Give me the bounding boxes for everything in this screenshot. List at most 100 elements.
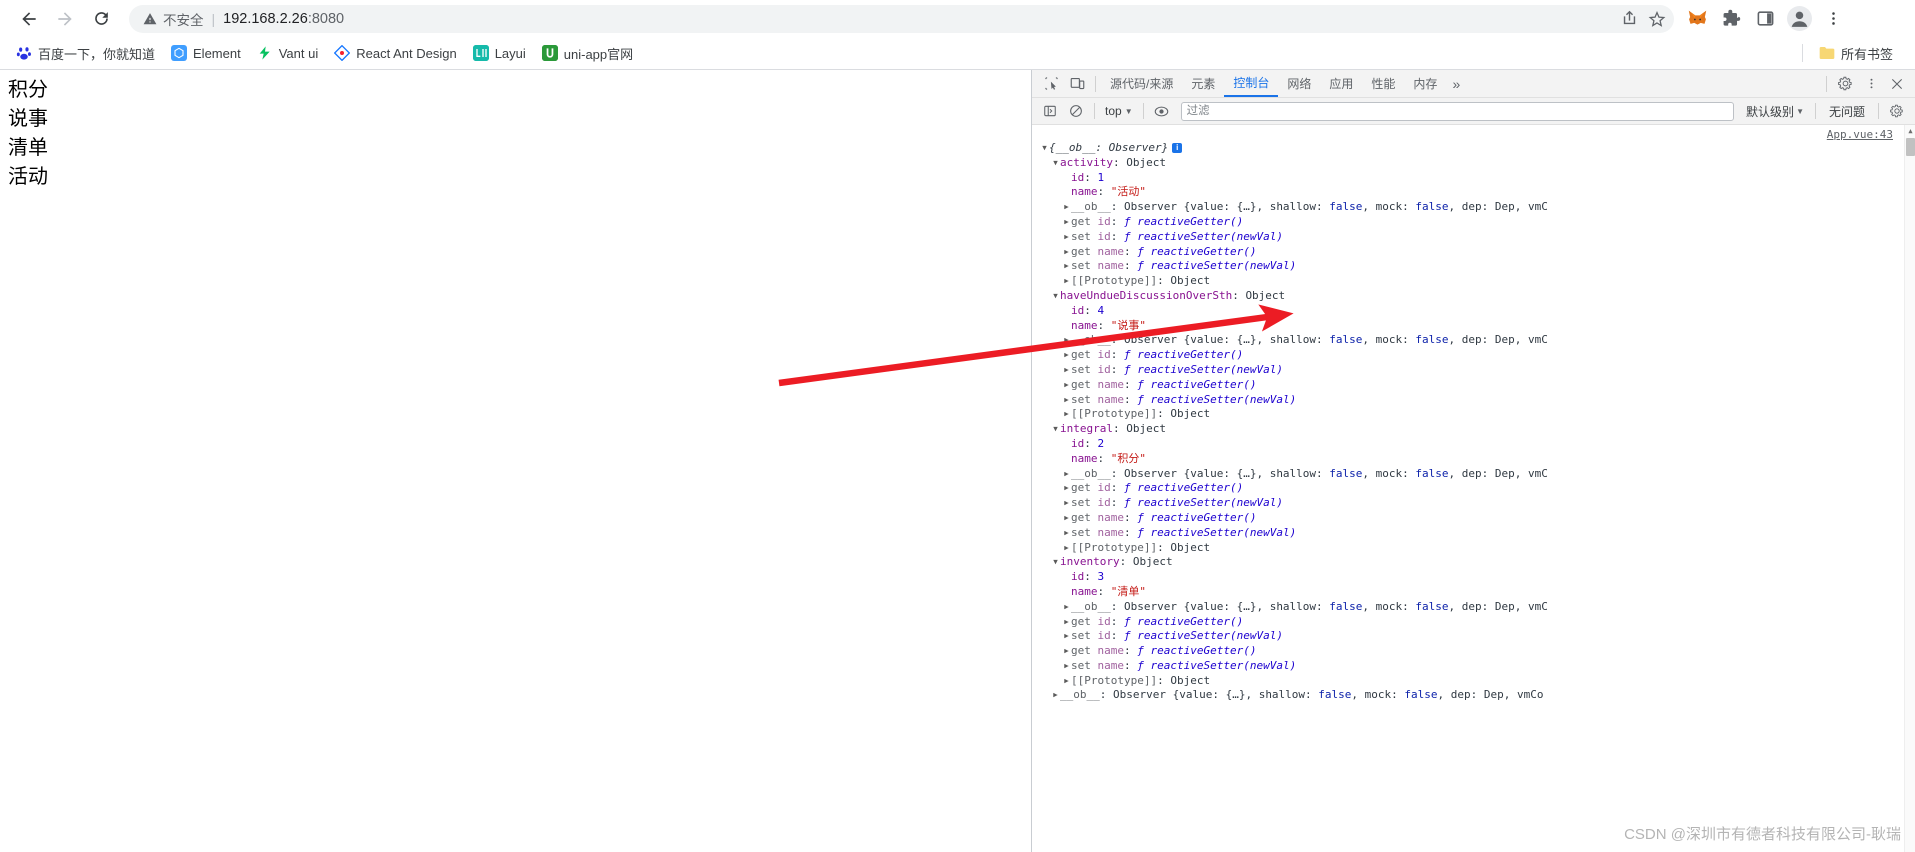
- expand-triangle-closed-icon[interactable]: [1062, 378, 1071, 393]
- close-icon[interactable]: [1884, 72, 1910, 96]
- console-source-link[interactable]: App.vue:43: [1827, 128, 1893, 141]
- metamask-extension-icon[interactable]: [1682, 4, 1712, 34]
- expand-triangle-closed-icon[interactable]: [1062, 659, 1071, 674]
- console-log-row[interactable]: get id: ƒ reactiveGetter(): [1032, 215, 1915, 230]
- console-log-row[interactable]: set id: ƒ reactiveSetter(newVal): [1032, 496, 1915, 511]
- expand-triangle-closed-icon[interactable]: [1062, 615, 1071, 630]
- console-settings-icon[interactable]: [1884, 99, 1910, 123]
- inspect-element-icon[interactable]: [1038, 72, 1064, 96]
- profile-avatar-icon[interactable]: [1784, 4, 1814, 34]
- expand-triangle-closed-icon[interactable]: [1062, 215, 1071, 230]
- back-button[interactable]: [11, 1, 47, 37]
- gear-icon[interactable]: [1832, 72, 1858, 96]
- expand-triangle-closed-icon[interactable]: [1062, 467, 1071, 482]
- execution-context-selector[interactable]: top ▼: [1100, 104, 1138, 118]
- expand-triangle-closed-icon[interactable]: [1062, 407, 1071, 422]
- expand-triangle-closed-icon[interactable]: [1062, 481, 1071, 496]
- console-log-row[interactable]: __ob__: Observer {value: {…}, shallow: f…: [1032, 333, 1915, 348]
- console-log-row[interactable]: get id: ƒ reactiveGetter(): [1032, 348, 1915, 363]
- expand-triangle-open-icon[interactable]: [1051, 422, 1060, 437]
- expand-triangle-closed-icon[interactable]: [1062, 674, 1071, 689]
- console-log-row[interactable]: __ob__: Observer {value: {…}, shallow: f…: [1032, 467, 1915, 482]
- more-tabs-chevron-icon[interactable]: »: [1446, 76, 1466, 92]
- console-log-row[interactable]: __ob__: Observer {value: {…}, shallow: f…: [1032, 200, 1915, 215]
- console-log-row[interactable]: activity: Object: [1032, 156, 1915, 171]
- tab-application[interactable]: 应用: [1320, 70, 1362, 97]
- console-log-row[interactable]: set name: ƒ reactiveSetter(newVal): [1032, 526, 1915, 541]
- bookmark-item-ant-design[interactable]: React Ant Design: [326, 42, 464, 64]
- expand-triangle-closed-icon[interactable]: [1051, 688, 1060, 703]
- console-output[interactable]: App.vue:43 {__ob__: Observer}iactivity: …: [1032, 125, 1915, 852]
- console-log-row[interactable]: id: 3: [1032, 570, 1915, 585]
- console-log-row[interactable]: integral: Object: [1032, 422, 1915, 437]
- scroll-up-arrow-icon[interactable]: ▲: [1905, 125, 1915, 137]
- issues-status[interactable]: 无问题: [1821, 103, 1873, 120]
- console-log-row[interactable]: get id: ƒ reactiveGetter(): [1032, 481, 1915, 496]
- extensions-puzzle-icon[interactable]: [1716, 4, 1746, 34]
- expand-triangle-closed-icon[interactable]: [1062, 526, 1071, 541]
- console-log-row[interactable]: [[Prototype]]: Object: [1032, 541, 1915, 556]
- expand-triangle-closed-icon[interactable]: [1062, 274, 1071, 289]
- address-bar[interactable]: 不安全 | 192.168.2.26:8080: [129, 4, 1674, 33]
- console-log-row[interactable]: inventory: Object: [1032, 555, 1915, 570]
- forward-button[interactable]: [47, 1, 83, 37]
- expand-triangle-closed-icon[interactable]: [1062, 496, 1071, 511]
- console-log-row[interactable]: get name: ƒ reactiveGetter(): [1032, 245, 1915, 260]
- console-log-row[interactable]: haveUndueDiscussionOverSth: Object: [1032, 289, 1915, 304]
- console-log-row[interactable]: id: 4: [1032, 304, 1915, 319]
- console-log-row[interactable]: name: "积分": [1032, 452, 1915, 467]
- kebab-menu-icon[interactable]: [1858, 72, 1884, 96]
- console-log-row[interactable]: get id: ƒ reactiveGetter(): [1032, 615, 1915, 630]
- console-log-row[interactable]: name: "清单": [1032, 585, 1915, 600]
- expand-triangle-closed-icon[interactable]: [1062, 200, 1071, 215]
- bookmark-item-baidu[interactable]: 百度一下，你就知道: [8, 41, 163, 66]
- expand-triangle-closed-icon[interactable]: [1062, 644, 1071, 659]
- expand-triangle-open-icon[interactable]: [1051, 156, 1060, 171]
- info-badge-icon[interactable]: i: [1172, 143, 1183, 154]
- console-log-row[interactable]: get name: ƒ reactiveGetter(): [1032, 644, 1915, 659]
- expand-triangle-closed-icon[interactable]: [1062, 230, 1071, 245]
- expand-triangle-closed-icon[interactable]: [1062, 541, 1071, 556]
- tab-memory[interactable]: 内存: [1404, 70, 1446, 97]
- side-panel-icon[interactable]: [1750, 4, 1780, 34]
- bookmark-item-uniapp[interactable]: uni-app官网: [534, 41, 641, 66]
- tab-console[interactable]: 控制台: [1224, 70, 1279, 97]
- console-log-row[interactable]: id: 1: [1032, 171, 1915, 186]
- expand-triangle-open-icon[interactable]: [1051, 555, 1060, 570]
- bookmark-item-layui[interactable]: Layui: [465, 42, 534, 64]
- console-log-row[interactable]: [[Prototype]]: Object: [1032, 674, 1915, 689]
- live-expression-icon[interactable]: [1149, 99, 1175, 123]
- console-log-row[interactable]: {__ob__: Observer}i: [1032, 141, 1915, 156]
- expand-triangle-open-icon[interactable]: [1051, 289, 1060, 304]
- expand-triangle-closed-icon[interactable]: [1062, 348, 1071, 363]
- console-log-row[interactable]: set id: ƒ reactiveSetter(newVal): [1032, 363, 1915, 378]
- console-log-row[interactable]: __ob__: Observer {value: {…}, shallow: f…: [1032, 688, 1915, 703]
- star-icon[interactable]: [1644, 6, 1670, 32]
- log-level-selector[interactable]: 默认级别 ▼: [1740, 103, 1810, 120]
- tab-sources[interactable]: 源代码/来源: [1101, 70, 1182, 97]
- expand-triangle-closed-icon[interactable]: [1062, 511, 1071, 526]
- expand-triangle-closed-icon[interactable]: [1062, 600, 1071, 615]
- console-scrollbar[interactable]: ▲: [1904, 125, 1915, 852]
- console-log-row[interactable]: id: 2: [1032, 437, 1915, 452]
- console-log-row[interactable]: get name: ƒ reactiveGetter(): [1032, 378, 1915, 393]
- console-log-row[interactable]: set id: ƒ reactiveSetter(newVal): [1032, 629, 1915, 644]
- console-filter-input[interactable]: [1180, 101, 1735, 121]
- device-toolbar-icon[interactable]: [1064, 72, 1090, 96]
- console-log-row[interactable]: set name: ƒ reactiveSetter(newVal): [1032, 659, 1915, 674]
- clear-console-icon[interactable]: [1063, 99, 1089, 123]
- console-log-row[interactable]: [[Prototype]]: Object: [1032, 407, 1915, 422]
- console-log-row[interactable]: set name: ƒ reactiveSetter(newVal): [1032, 393, 1915, 408]
- console-log-row[interactable]: __ob__: Observer {value: {…}, shallow: f…: [1032, 600, 1915, 615]
- all-bookmarks-button[interactable]: 所有书签: [1811, 41, 1901, 66]
- tab-elements[interactable]: 元素: [1182, 70, 1224, 97]
- expand-triangle-closed-icon[interactable]: [1062, 333, 1071, 348]
- expand-triangle-closed-icon[interactable]: [1062, 393, 1071, 408]
- console-log-row[interactable]: set name: ƒ reactiveSetter(newVal): [1032, 259, 1915, 274]
- console-sidebar-icon[interactable]: [1037, 99, 1063, 123]
- scrollbar-thumb[interactable]: [1906, 138, 1915, 156]
- bookmark-item-vant[interactable]: Vant ui: [249, 42, 327, 64]
- share-icon[interactable]: [1616, 6, 1642, 32]
- console-log-row[interactable]: get name: ƒ reactiveGetter(): [1032, 511, 1915, 526]
- reload-button[interactable]: [83, 1, 119, 37]
